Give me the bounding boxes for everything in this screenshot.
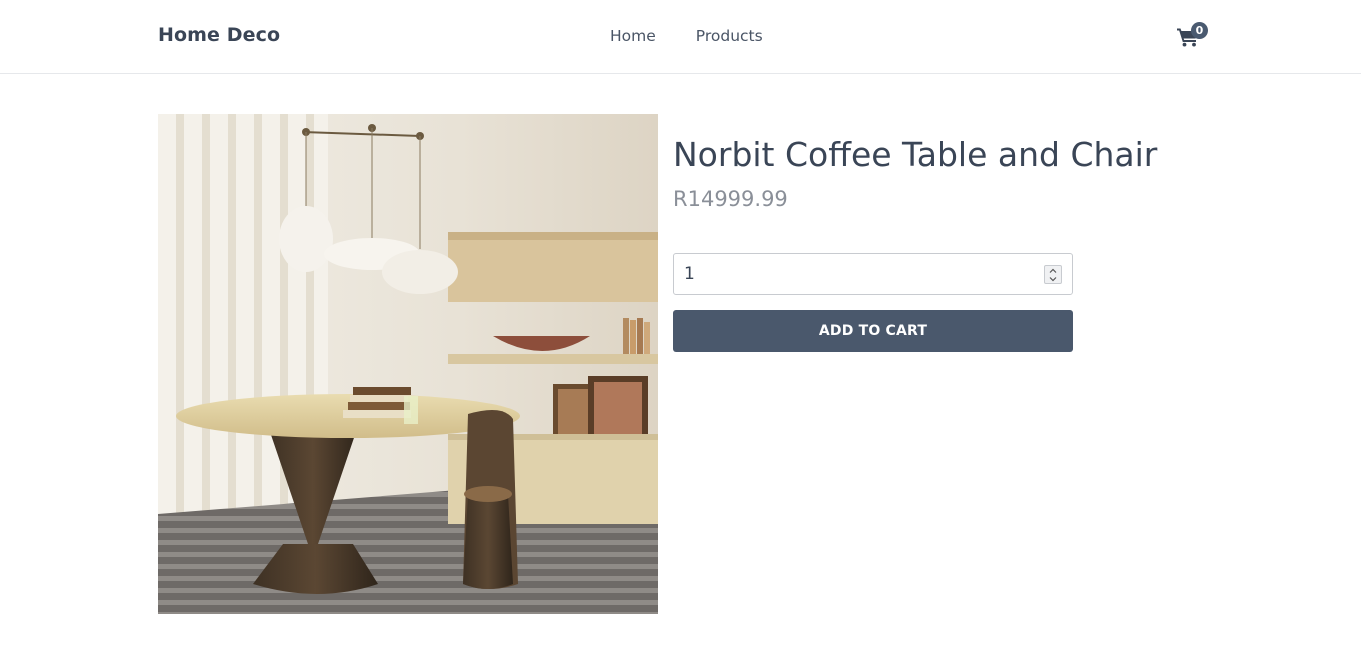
product-photo — [158, 114, 658, 614]
cart-button[interactable]: 0 — [1176, 22, 1210, 50]
quantity-value: 1 — [684, 264, 695, 284]
quantity-input[interactable]: 1 — [673, 253, 1073, 295]
chevron-up-icon[interactable] — [1049, 267, 1057, 275]
nav-products-link[interactable]: Products — [696, 27, 763, 45]
cart-count-badge: 0 — [1191, 22, 1208, 39]
product-price: R14999.99 — [673, 187, 788, 211]
quantity-stepper[interactable] — [1044, 265, 1062, 284]
product-title: Norbit Coffee Table and Chair — [673, 135, 1158, 174]
brand-logo[interactable]: Home Deco — [158, 24, 280, 46]
site-header: Home Deco Home Products 0 — [0, 0, 1361, 74]
add-to-cart-button[interactable]: ADD TO CART — [673, 310, 1073, 352]
product-image — [158, 114, 658, 614]
nav-home-link[interactable]: Home — [610, 27, 656, 45]
chevron-down-icon[interactable] — [1049, 275, 1057, 283]
main-nav: Home Products — [610, 27, 763, 45]
